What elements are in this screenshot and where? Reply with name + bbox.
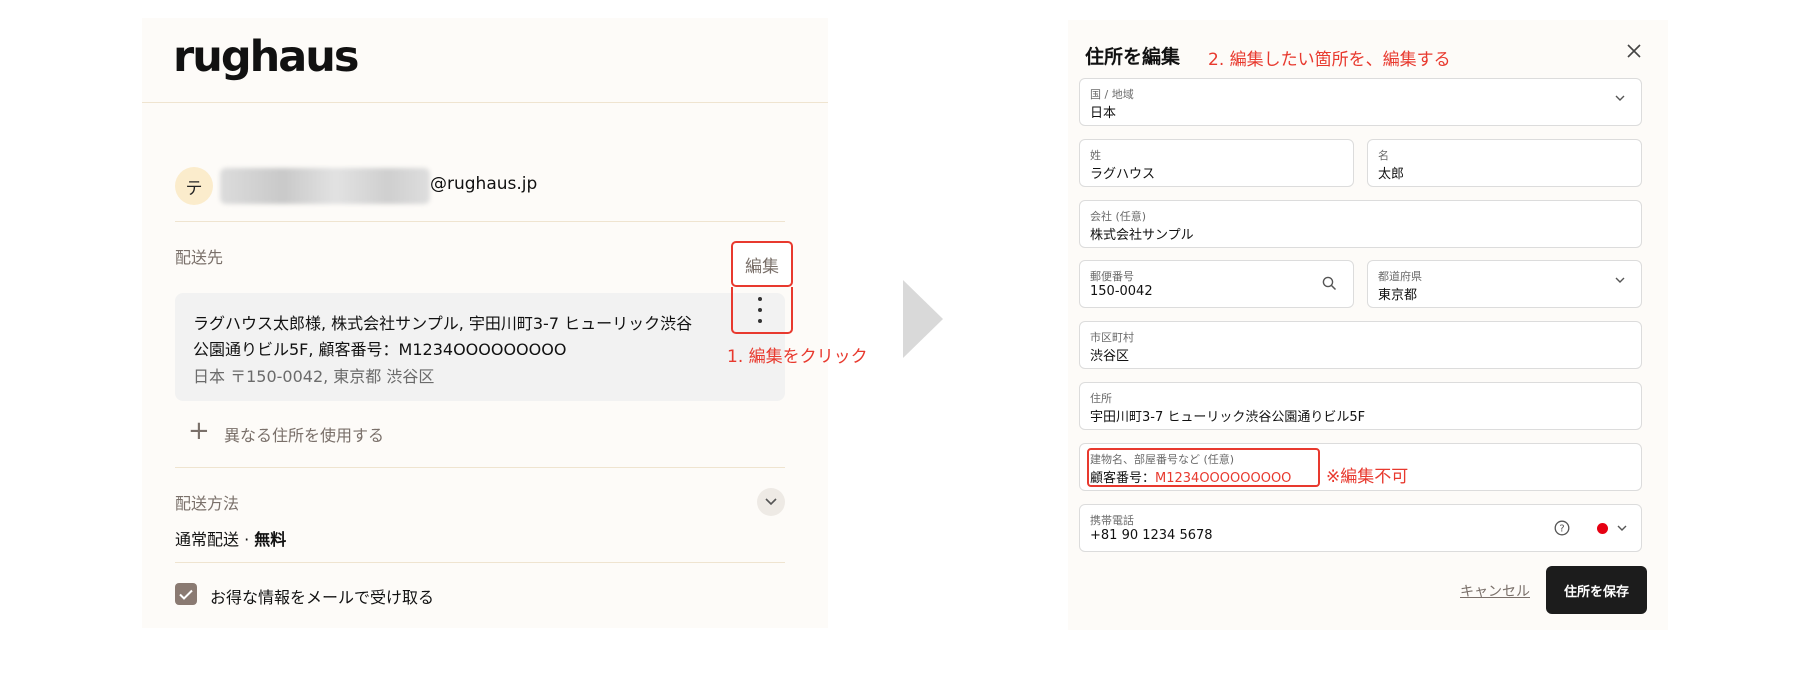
shipping-method-title: 配送方法: [175, 494, 240, 513]
shipping-method-label: 通常配送 ·: [175, 530, 255, 549]
address-line2: 公園通りビル5F, 顧客番号：M1234OOOOOOOOO: [193, 340, 567, 359]
newsletter-checkbox[interactable]: [175, 583, 197, 605]
not-editable-annotation: ※編集不可: [1326, 467, 1409, 487]
avatar: テ: [175, 167, 213, 205]
kebab-menu-icon[interactable]: [750, 297, 770, 323]
phone-label: 携帯電話: [1090, 514, 1134, 527]
divider: [175, 467, 785, 468]
address-line1: ラグハウス太郎様, 株式会社サンプル, 宇田川町3-7 ヒューリック渋谷: [193, 314, 693, 333]
first-name-field[interactable]: 名 太郎: [1367, 139, 1642, 187]
address-value: 宇田川町3-7 ヒューリック渋谷公園通りビル5F: [1090, 410, 1366, 425]
company-label: 会社 (任意): [1090, 210, 1147, 223]
country-value: 日本: [1090, 106, 1117, 121]
step2-annotation: 2. 編集したい箇所を、編集する: [1208, 50, 1451, 70]
brand-logo: rughaus: [173, 32, 359, 82]
shipping-free-label: 無料: [254, 530, 287, 549]
last-name-label: 姓: [1090, 149, 1101, 162]
cancel-button[interactable]: キャンセル: [1460, 581, 1530, 601]
use-different-address-link[interactable]: 異なる住所を使用する: [224, 422, 384, 446]
email-domain: @rughaus.jp: [430, 174, 538, 194]
shipping-method-value: 通常配送 · 無料: [175, 526, 286, 550]
prefecture-label: 都道府県: [1378, 270, 1422, 283]
address-label: 住所: [1090, 392, 1112, 405]
newsletter-label: お得な情報をメールで受け取る: [210, 588, 435, 607]
step1-annotation: 1. 編集をクリック: [727, 347, 868, 367]
country-label: 国 / 地域: [1090, 88, 1134, 101]
city-value: 渋谷区: [1090, 349, 1130, 364]
country-select[interactable]: 国 / 地域 日本: [1079, 78, 1642, 126]
postal-code-value: 150-0042: [1090, 284, 1153, 299]
address-field[interactable]: 住所 宇田川町3-7 ヒューリック渋谷公園通りビル5F: [1079, 382, 1642, 430]
divider: [175, 221, 785, 222]
first-name-label: 名: [1378, 149, 1389, 162]
highlight-box: [1087, 448, 1320, 487]
chevron-down-icon[interactable]: [1617, 525, 1627, 532]
chevron-down-icon: [1615, 95, 1625, 101]
prefecture-select[interactable]: 都道府県 東京都: [1367, 260, 1642, 308]
phone-field[interactable]: 携帯電話 +81 90 1234 5678 ?: [1079, 504, 1642, 552]
last-name-field[interactable]: 姓 ラグハウス: [1079, 139, 1354, 187]
city-label: 市区町村: [1090, 331, 1134, 344]
company-field[interactable]: 会社 (任意) 株式会社サンプル: [1079, 200, 1642, 248]
divider: [142, 102, 828, 103]
city-field[interactable]: 市区町村 渋谷区: [1079, 321, 1642, 369]
divider: [175, 562, 785, 563]
blurred-email-local: [220, 168, 430, 204]
postal-code-field[interactable]: 郵便番号 150-0042: [1079, 260, 1354, 308]
prefecture-value: 東京都: [1378, 288, 1418, 303]
help-icon[interactable]: ?: [1554, 520, 1570, 536]
last-name-value: ラグハウス: [1090, 167, 1156, 182]
save-address-button[interactable]: 住所を保存: [1546, 566, 1647, 614]
shipping-title: 配送先: [175, 248, 224, 267]
svg-text:?: ?: [1559, 524, 1564, 535]
phone-value: +81 90 1234 5678: [1090, 528, 1213, 543]
japan-flag-icon[interactable]: [1597, 523, 1608, 534]
company-value: 株式会社サンプル: [1090, 228, 1194, 243]
chevron-down-icon[interactable]: [757, 488, 785, 516]
first-name-value: 太郎: [1378, 167, 1405, 182]
close-icon[interactable]: [1626, 40, 1642, 65]
address-sub: 日本 〒150-0042, 東京都 渋谷区: [193, 367, 435, 386]
edit-button[interactable]: 編集: [731, 241, 793, 287]
modal-title: 住所を編集: [1085, 46, 1181, 68]
arrow-right-icon: [903, 280, 943, 358]
plus-icon: +: [188, 416, 210, 446]
chevron-down-icon: [1615, 277, 1625, 283]
search-icon[interactable]: [1322, 276, 1337, 291]
postal-code-label: 郵便番号: [1090, 270, 1134, 283]
